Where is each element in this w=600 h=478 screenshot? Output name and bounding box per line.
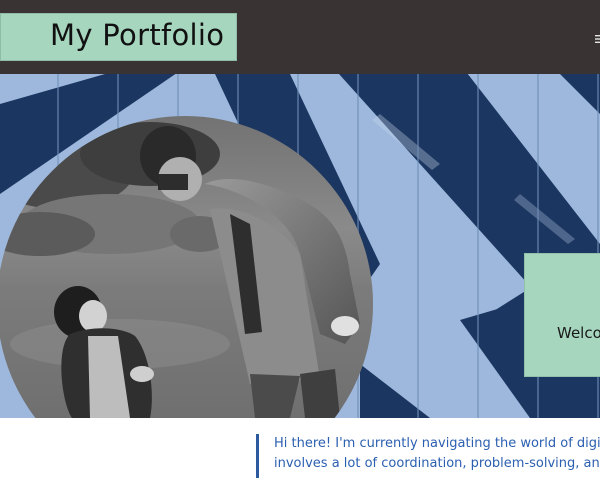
content-left-space (0, 418, 256, 478)
welcome-card: Welco (524, 253, 600, 377)
hamburger-menu-icon[interactable] (594, 34, 600, 44)
site-header: My Portfolio (0, 0, 600, 74)
intro-section: Hi there! I'm currently navigating the w… (256, 434, 600, 478)
welcome-heading: Welco (557, 324, 600, 342)
hero-section: Welco (0, 74, 600, 418)
intro-line-2: involves a lot of coordination, problem-… (274, 456, 600, 471)
logo-box[interactable]: My Portfolio (0, 13, 237, 61)
site-title[interactable]: My Portfolio (50, 18, 224, 52)
hero-photo (0, 116, 373, 418)
intro-accent-bar (256, 434, 259, 478)
hamburger-menu-svg (595, 35, 600, 43)
intro-paragraph: Hi there! I'm currently navigating the w… (274, 434, 600, 474)
intro-line-1: Hi there! I'm currently navigating the w… (274, 436, 600, 451)
